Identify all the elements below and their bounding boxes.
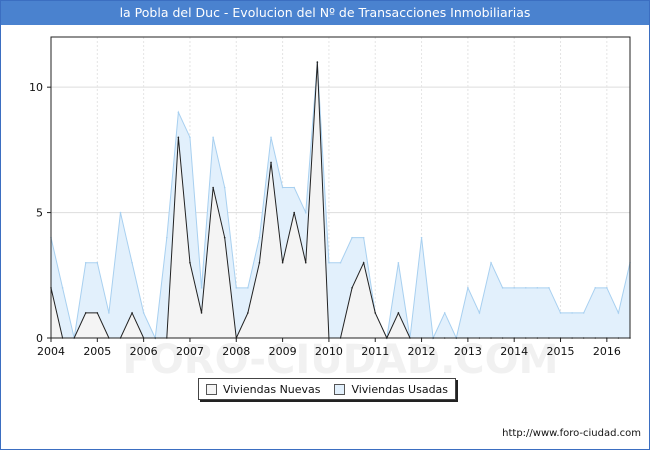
data-point-nuevas	[212, 186, 214, 189]
data-point-usadas	[571, 312, 573, 314]
data-point-usadas	[617, 312, 620, 314]
data-point-nuevas	[96, 312, 99, 314]
y-tick-label: 0	[36, 332, 43, 345]
x-tick-label: 2004	[37, 345, 65, 358]
data-point-nuevas	[200, 312, 203, 314]
data-point-usadas	[304, 211, 307, 214]
data-point-usadas	[548, 287, 550, 289]
legend-item-nuevas: Viviendas Nuevas	[205, 382, 321, 396]
data-point-nuevas	[362, 261, 365, 264]
data-point-usadas	[420, 236, 423, 239]
chart-frame: la Pobla del Duc - Evolucion del Nº de T…	[0, 0, 650, 450]
data-point-usadas	[524, 287, 527, 289]
data-point-usadas	[247, 287, 249, 289]
data-point-usadas	[501, 287, 504, 289]
x-tick-label: 2007	[176, 345, 204, 358]
data-point-usadas	[166, 236, 168, 239]
data-point-usadas	[582, 312, 585, 314]
data-point-usadas	[594, 287, 597, 289]
x-tick-label: 2016	[593, 345, 621, 358]
data-point-nuevas	[84, 312, 87, 314]
data-point-usadas	[513, 287, 515, 289]
data-point-nuevas	[223, 236, 226, 239]
data-point-usadas	[478, 312, 481, 314]
data-point-usadas	[293, 186, 295, 189]
data-point-usadas	[119, 211, 122, 214]
data-point-usadas	[258, 236, 261, 239]
x-tick-label: 2015	[547, 345, 575, 358]
data-point-usadas	[235, 287, 238, 289]
legend-label-usadas: Viviendas Usadas	[351, 382, 449, 396]
x-tick-label: 2006	[130, 345, 158, 358]
legend-label-nuevas: Viviendas Nuevas	[222, 382, 321, 396]
data-point-nuevas	[397, 312, 400, 314]
data-point-usadas	[212, 136, 214, 139]
x-tick-label: 2009	[269, 345, 297, 358]
data-point-nuevas	[258, 261, 261, 264]
data-point-nuevas	[189, 261, 191, 264]
data-point-usadas	[467, 287, 469, 289]
x-tick-label: 2008	[222, 345, 250, 358]
y-tick-label: 5	[36, 207, 43, 220]
data-point-nuevas	[177, 136, 180, 139]
data-point-usadas	[606, 287, 608, 289]
data-point-usadas	[200, 287, 203, 289]
data-point-usadas	[490, 261, 492, 264]
data-point-nuevas	[270, 161, 272, 164]
data-point-usadas	[223, 186, 226, 189]
data-point-usadas	[339, 261, 342, 264]
y-tick-label: 10	[29, 81, 43, 94]
x-tick-label: 2012	[408, 345, 436, 358]
x-tick-label: 2013	[454, 345, 482, 358]
data-point-usadas	[397, 261, 400, 264]
data-point-usadas	[559, 312, 562, 314]
source-link[interactable]: http://www.foro-ciudad.com	[502, 428, 641, 439]
legend-swatch-usadas	[334, 383, 346, 395]
data-point-usadas	[177, 111, 180, 114]
data-point-nuevas	[281, 261, 284, 264]
x-tick-label: 2014	[500, 345, 528, 358]
data-point-usadas	[281, 186, 284, 189]
legend-item-usadas: Viviendas Usadas	[334, 383, 448, 396]
legend-swatch-nuevas	[205, 383, 217, 395]
data-point-usadas	[96, 261, 99, 264]
data-point-nuevas	[293, 211, 295, 214]
data-point-nuevas	[374, 312, 377, 314]
data-point-usadas	[108, 312, 110, 314]
data-point-nuevas	[131, 312, 133, 314]
x-tick-label: 2005	[83, 345, 111, 358]
watermark: FORO-CIUDAD.COM	[123, 337, 559, 383]
x-tick-label: 2011	[361, 345, 389, 358]
data-point-usadas	[142, 312, 145, 314]
data-point-usadas	[84, 261, 87, 264]
data-point-usadas	[536, 287, 539, 289]
data-point-usadas	[328, 261, 330, 264]
data-point-nuevas	[316, 61, 319, 63]
x-tick-label: 2010	[315, 345, 343, 358]
data-point-nuevas	[247, 312, 249, 314]
data-point-usadas	[61, 287, 64, 289]
data-point-usadas	[270, 136, 272, 139]
data-point-usadas	[131, 261, 133, 264]
data-point-nuevas	[304, 261, 307, 264]
data-point-usadas	[362, 236, 365, 239]
data-point-usadas	[351, 236, 353, 239]
data-point-usadas	[189, 136, 191, 139]
data-point-nuevas	[351, 287, 353, 289]
data-point-usadas	[443, 312, 446, 314]
legend: Viviendas Nuevas Viviendas Usadas	[198, 378, 456, 400]
